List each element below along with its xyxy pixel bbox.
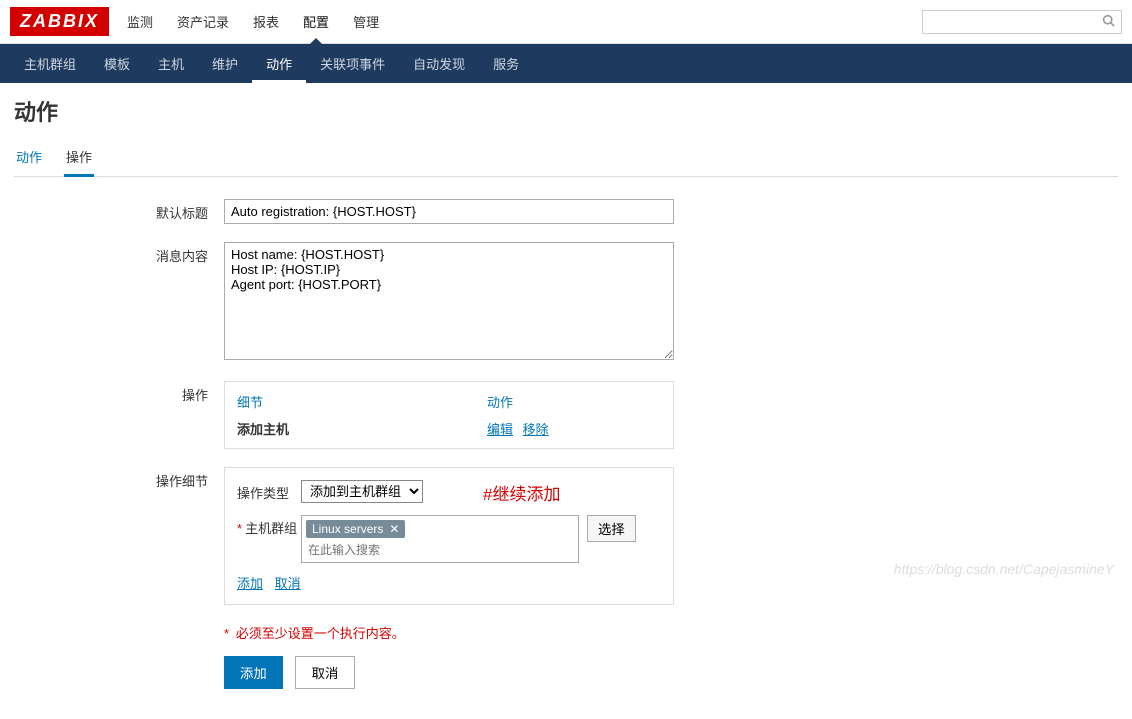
subnav-discovery[interactable]: 自动发现	[399, 44, 479, 83]
search-icon[interactable]	[1102, 14, 1115, 30]
search-box[interactable]	[922, 10, 1122, 34]
top-nav: 监测 资产记录 报表 配置 管理	[127, 0, 922, 43]
watermark: https://blog.csdn.net/CapejasmineY	[894, 561, 1114, 577]
op-head-action: 动作	[487, 392, 661, 411]
tag-remove-icon[interactable]: ✕	[389, 522, 399, 536]
cancel-button[interactable]: 取消	[295, 656, 356, 689]
op-type-select[interactable]: 添加到主机群组	[301, 480, 423, 503]
operations-table: 细节 动作 添加主机 编辑 移除	[224, 381, 674, 449]
subnav-actions[interactable]: 动作	[252, 44, 306, 83]
hostgroup-tagbox[interactable]: Linux servers✕	[301, 515, 579, 563]
message-label: 消息内容	[14, 242, 224, 265]
annotation-text: #继续添加	[483, 480, 560, 505]
page-content: 动作 动作 操作 默认标题 消息内容 操作 细节 动作	[0, 83, 1132, 719]
op-row-detail: 添加主机	[237, 419, 487, 438]
form: 默认标题 消息内容 操作 细节 动作 添加主机	[14, 199, 914, 689]
message-textarea[interactable]	[224, 242, 674, 360]
hostgroup-tag: Linux servers✕	[306, 520, 405, 538]
topnav-admin[interactable]: 管理	[353, 0, 379, 43]
required-star-icon: *	[224, 626, 229, 641]
topnav-config[interactable]: 配置	[303, 0, 329, 43]
top-bar: ZABBIX 监测 资产记录 报表 配置 管理	[0, 0, 1132, 44]
sub-nav: 主机群组 模板 主机 维护 动作 关联项事件 自动发现 服务	[0, 44, 1132, 83]
operation-row: 添加主机 编辑 移除	[237, 419, 661, 438]
search-input[interactable]	[929, 15, 1102, 29]
subnav-hosts[interactable]: 主机	[144, 44, 198, 83]
warning-text: * 必须至少设置一个执行内容。	[224, 623, 914, 642]
tab-operation[interactable]: 操作	[64, 139, 94, 177]
default-title-input[interactable]	[224, 199, 674, 224]
op-head-detail: 细节	[237, 392, 487, 411]
subnav-templates[interactable]: 模板	[90, 44, 144, 83]
detail-actions: 添加 取消	[237, 573, 661, 592]
tab-action[interactable]: 动作	[14, 139, 44, 176]
topnav-reports[interactable]: 报表	[253, 0, 279, 43]
op-remove-link[interactable]: 移除	[523, 422, 549, 437]
hostgroup-label: *主机群组	[237, 515, 301, 537]
subnav-hostgroups[interactable]: 主机群组	[10, 44, 90, 83]
operation-detail-label: 操作细节	[14, 467, 224, 490]
subnav-maintenance[interactable]: 维护	[198, 44, 252, 83]
hostgroup-search-input[interactable]	[306, 540, 574, 560]
default-title-label: 默认标题	[14, 199, 224, 222]
operations-label: 操作	[14, 381, 224, 404]
page-title: 动作	[14, 95, 1118, 127]
subnav-services[interactable]: 服务	[479, 44, 533, 83]
logo: ZABBIX	[10, 7, 109, 36]
subnav-correlation[interactable]: 关联项事件	[306, 44, 399, 83]
topnav-monitor[interactable]: 监测	[127, 0, 153, 43]
topnav-inventory[interactable]: 资产记录	[177, 0, 229, 43]
op-edit-link[interactable]: 编辑	[487, 422, 513, 437]
required-star: *	[237, 521, 242, 536]
select-button[interactable]: 选择	[587, 515, 636, 542]
operation-detail-box: 操作类型 添加到主机群组 #继续添加 *主机群组 Linux servers✕	[224, 467, 674, 605]
op-type-label: 操作类型	[237, 480, 301, 502]
add-button[interactable]: 添加	[224, 656, 283, 689]
form-tabs: 动作 操作	[14, 139, 1118, 177]
